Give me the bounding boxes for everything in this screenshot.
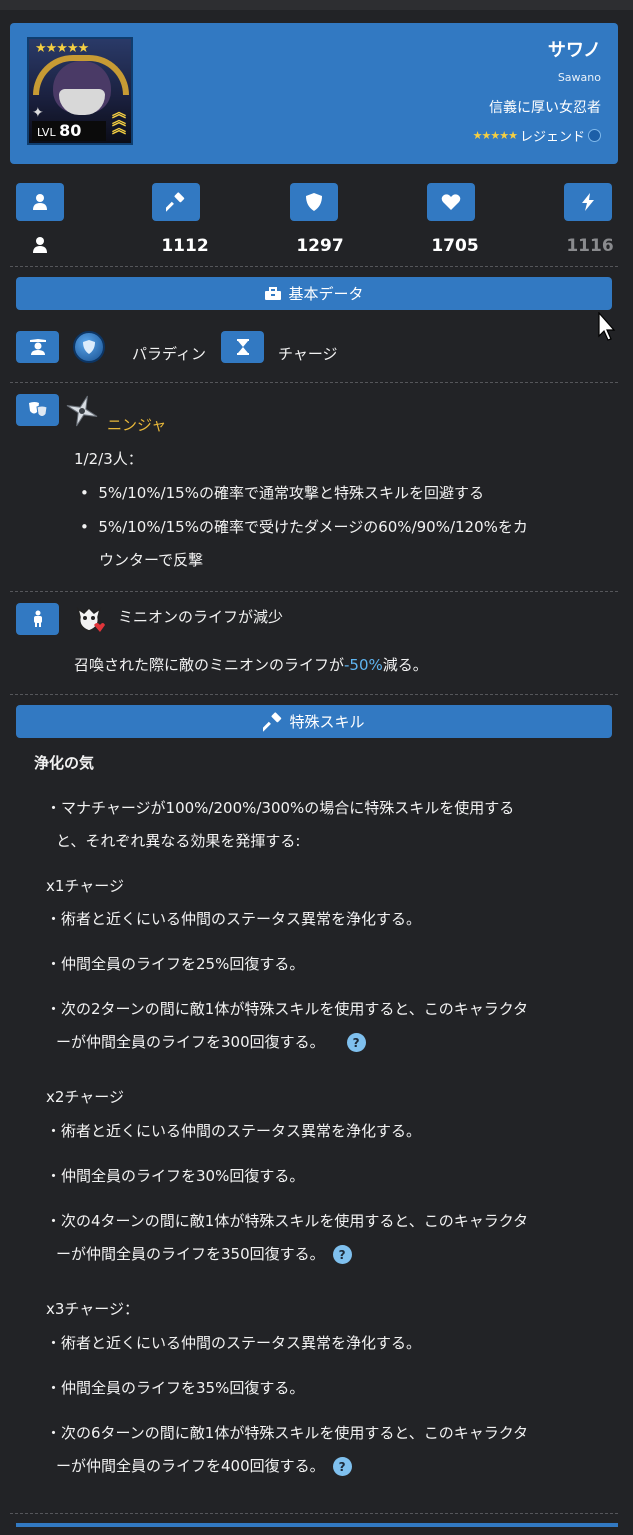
hammer-icon	[166, 192, 185, 212]
stat-person-button[interactable]	[16, 183, 64, 221]
hero-portrait[interactable]: ★★★★★ ✦ LVL 80 ︽ ︽ ︽	[27, 37, 133, 145]
stat-health-button[interactable]	[427, 183, 475, 221]
charge-3-line-1: ・術者と近くにいる仲間のステータス異常を浄化する。	[46, 1334, 422, 1352]
divider	[10, 694, 618, 695]
minion-desc-suffix: 減る。	[382, 656, 428, 674]
stat-speed-value: 1116	[566, 236, 614, 256]
divider	[10, 591, 618, 592]
hero-name: サワノ	[547, 40, 601, 61]
stat-health-value: 1705	[431, 236, 479, 256]
charge-2-line-3-cont: ーが仲間全員のライフを350回復する。?	[56, 1243, 352, 1264]
minion-button[interactable]	[16, 603, 59, 635]
charge-3-line-2: ・仲間全員のライフを35%回復する。	[46, 1379, 305, 1397]
stat-defense-button[interactable]	[290, 183, 338, 221]
divider	[10, 382, 618, 383]
family-bullet-1-text: 5%/10%/15%の確率で通常攻撃と特殊スキルを回避する	[98, 484, 484, 502]
charge-1-line-2: ・仲間全員のライフを25%回復する。	[46, 955, 305, 973]
shuriken-icon: ✦	[32, 105, 44, 121]
mana-speed-label: チャージ	[278, 345, 338, 363]
charge-1-line-1: ・術者と近くにいる仲間のステータス異常を浄化する。	[46, 910, 422, 928]
graduate-icon	[29, 339, 46, 355]
family-bullet-2-cont: ウンターで反撃	[99, 551, 204, 569]
charge-1-line-3-cont-text: ーが仲間全員のライフを300回復する。	[56, 1033, 325, 1051]
charge-1-line-3: ・次の2ターンの間に敵1体が特殊スキルを使用すると、このキャラクタ	[46, 1000, 529, 1018]
skill-name: 浄化の気	[34, 754, 95, 772]
next-section-bar[interactable]	[16, 1523, 618, 1527]
costume-gem-icon	[588, 129, 601, 142]
special-skill-label: 特殊スキル	[289, 713, 365, 731]
rank-chevrons-icon: ︽ ︽ ︽	[112, 105, 126, 137]
charge-3-line-3-cont-text: ーが仲間全員のライフを400回復する。	[56, 1457, 325, 1475]
family-bullet-2-text: 5%/10%/15%の確率で受けたダメージの60%/90%/120%をカ	[98, 518, 528, 536]
special-skill-button[interactable]: 特殊スキル	[16, 705, 612, 738]
charge-2-line-3-cont-text: ーが仲間全員のライフを350回復する。	[56, 1245, 325, 1263]
portrait-stars: ★★★★★	[35, 41, 89, 56]
rarity-label: レジェンド	[519, 130, 585, 145]
person-icon	[33, 194, 47, 210]
charge-2-label: x2チャージ	[46, 1088, 124, 1106]
charge-2-line-2: ・仲間全員のライフを30%回復する。	[46, 1167, 305, 1185]
divider	[10, 1513, 618, 1514]
stat-defense-value: 1297	[296, 236, 344, 256]
theater-masks-icon	[28, 402, 48, 417]
stat-attack-button[interactable]	[152, 183, 200, 221]
help-icon[interactable]: ?	[332, 1457, 352, 1476]
minion-debuff-icon	[72, 603, 106, 637]
basic-data-label: 基本データ	[288, 285, 364, 303]
minion-name: ミニオンのライフが減少	[118, 608, 284, 626]
heart-icon	[441, 194, 461, 210]
minion-desc-value: -50%	[344, 656, 383, 674]
lightning-icon	[582, 193, 594, 211]
stat-attack-value: 1112	[161, 236, 209, 256]
family-bullet-1: • 5%/10%/15%の確率で通常攻撃と特殊スキルを回避する	[80, 484, 484, 502]
family-heading: 1/2/3人：	[74, 450, 143, 468]
ninja-shuriken-icon	[64, 393, 100, 429]
minion-description: 召喚された際に敵のミニオンのライフが-50%減る。	[74, 654, 428, 675]
mouse-cursor-icon	[598, 312, 616, 341]
charge-3-label: x3チャージ：	[46, 1300, 139, 1318]
shield-icon	[306, 193, 322, 211]
family-button[interactable]	[16, 394, 59, 426]
level-value: 80	[59, 121, 82, 140]
stat-speed-button[interactable]	[564, 183, 612, 221]
charge-3-line-3-cont: ーが仲間全員のライフを400回復する。?	[56, 1455, 352, 1476]
small-person-icon	[33, 610, 42, 627]
class-label: パラディン	[132, 345, 206, 363]
charge-1-line-3-cont: ーが仲間全員のライフを300回復する。?	[56, 1031, 366, 1052]
toolbox-icon	[265, 286, 282, 300]
hammer-icon	[263, 711, 282, 732]
level-label: LVL	[37, 126, 56, 139]
rarity-stars: ★★★★★	[472, 129, 518, 142]
hero-card: ★★★★★ ✦ LVL 80 ︽ ︽ ︽ サワノ Sawano 信義に厚い女忍者 ★…	[10, 23, 618, 164]
skill-intro-1: ・マナチャージが100%/200%/300%の場合に特殊スキルを使用する	[46, 799, 515, 817]
class-button[interactable]	[16, 331, 59, 363]
mana-speed-button[interactable]	[221, 331, 264, 363]
top-bar	[0, 0, 633, 10]
level-badge: LVL 80	[32, 121, 106, 141]
charge-1-label: x1チャージ	[46, 877, 124, 895]
skill-intro-2: と、それぞれ異なる効果を発揮する:	[56, 832, 301, 850]
charge-3-line-3: ・次の6ターンの間に敵1体が特殊スキルを使用すると、このキャラクタ	[46, 1424, 529, 1442]
hero-rarity: ★★★★★ レジェンド	[473, 126, 601, 145]
stat-person-value	[0, 236, 90, 259]
divider	[10, 266, 618, 267]
charge-2-line-1: ・術者と近くにいる仲間のステータス異常を浄化する。	[46, 1122, 422, 1140]
hourglass-icon	[236, 339, 249, 355]
family-name: ニンジャ	[107, 416, 167, 434]
help-icon[interactable]: ?	[332, 1245, 352, 1264]
hero-title: 信義に厚い女忍者	[489, 100, 601, 116]
charge-2-line-3: ・次の4ターンの間に敵1体が特殊スキルを使用すると、このキャラクタ	[46, 1212, 529, 1230]
person-icon	[33, 237, 47, 253]
hero-romaji: Sawano	[557, 71, 601, 84]
family-bullet-2: • 5%/10%/15%の確率で受けたダメージの60%/90%/120%をカ	[80, 518, 528, 536]
basic-data-button[interactable]: 基本データ	[16, 277, 612, 310]
paladin-shield-icon	[73, 331, 105, 363]
help-icon[interactable]: ?	[346, 1033, 366, 1052]
minion-desc-prefix: 召喚された際に敵のミニオンのライフが	[74, 656, 345, 674]
